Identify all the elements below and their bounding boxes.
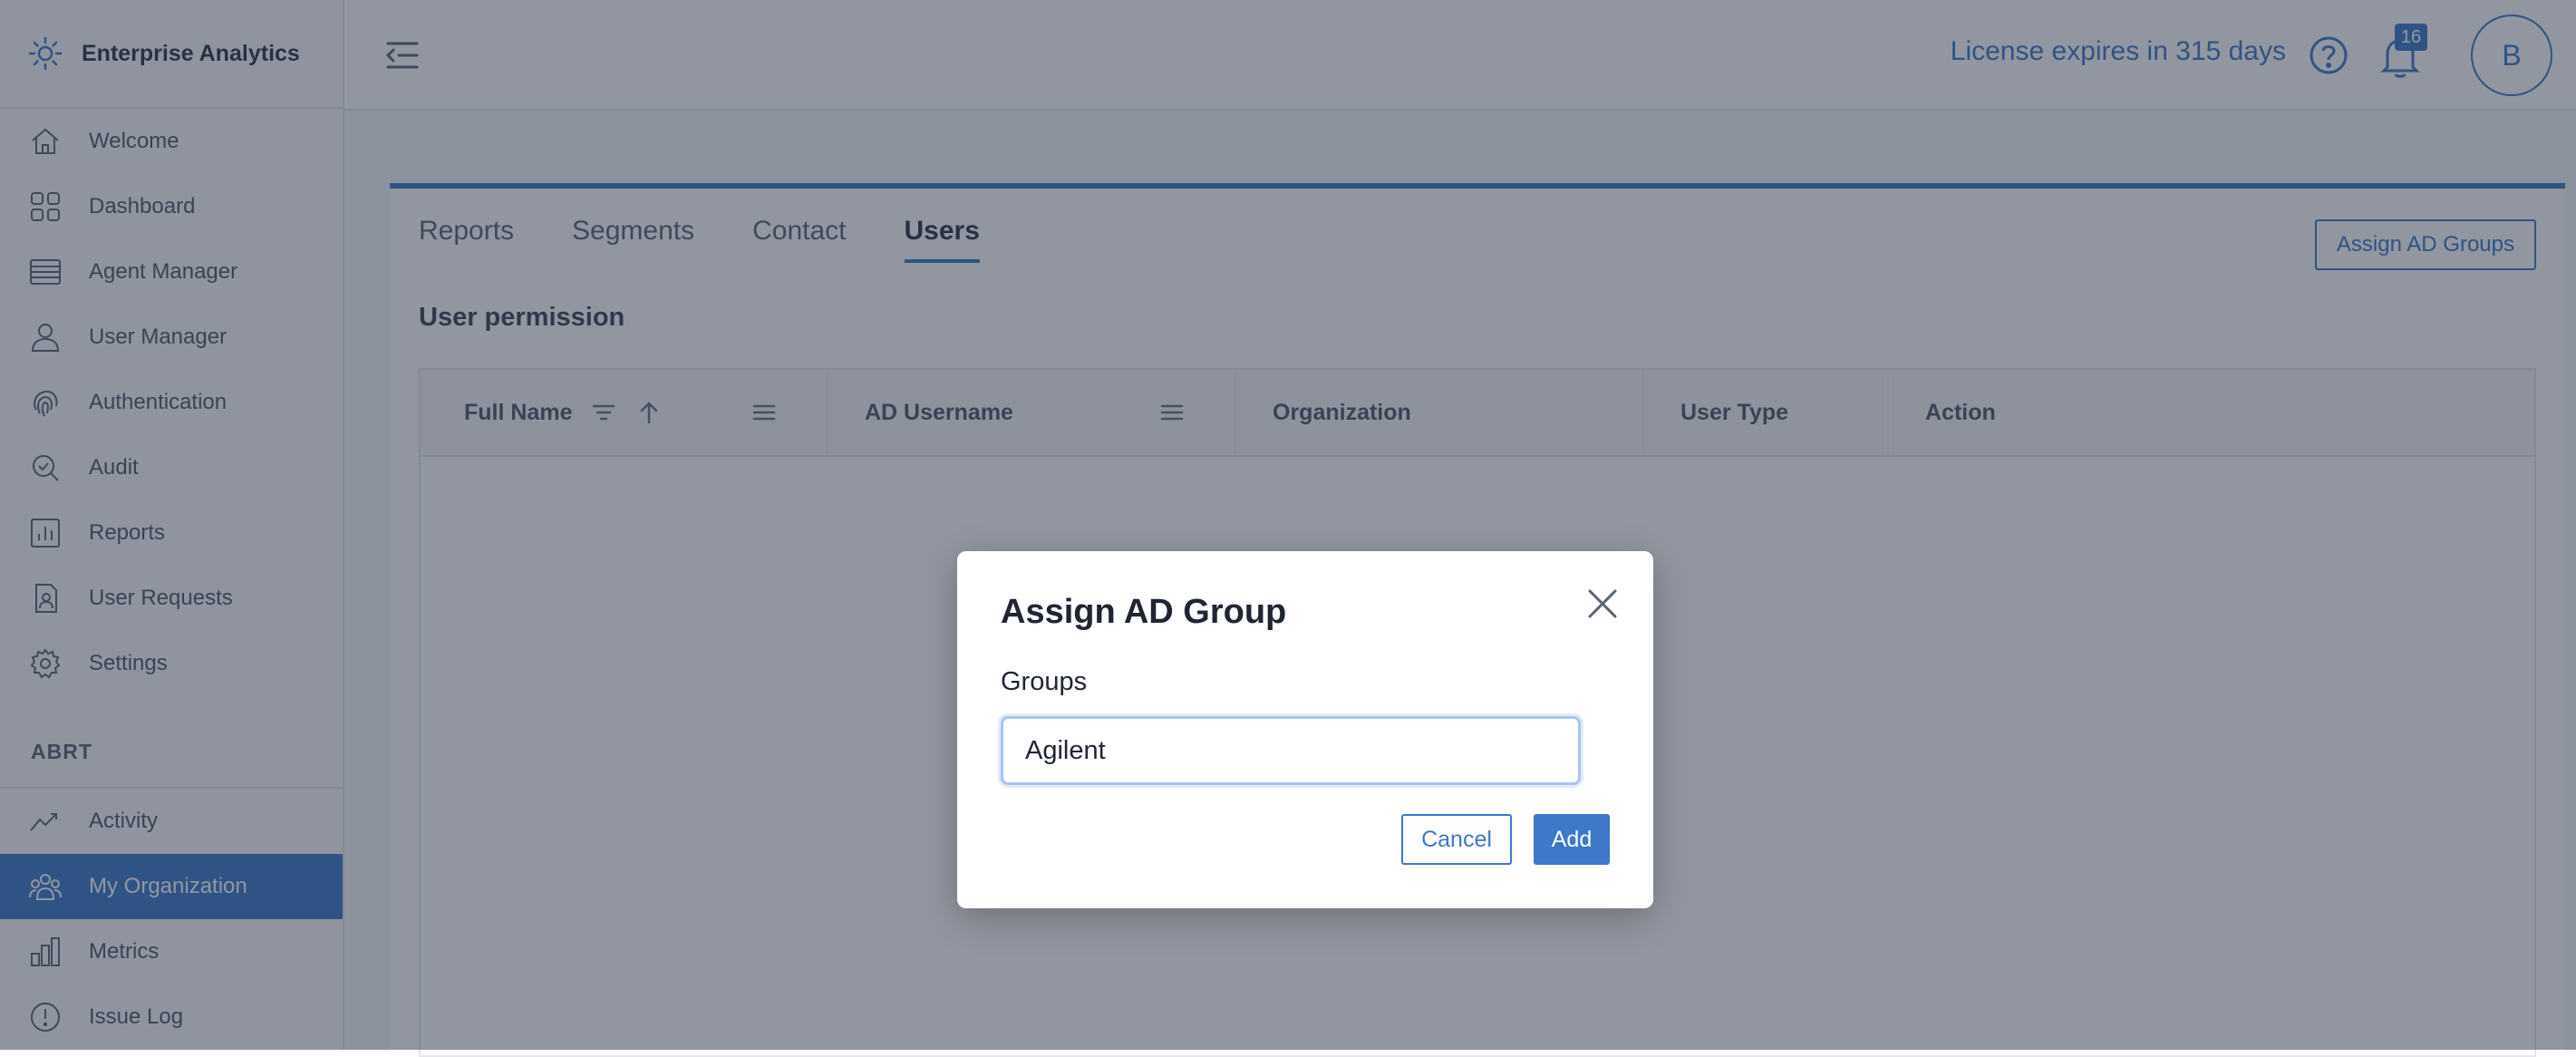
dialog-title: Assign AD Group (1001, 593, 1287, 631)
assign-ad-group-dialog: Assign AD Group Groups Cancel Add (957, 551, 1653, 908)
close-icon[interactable] (1584, 586, 1621, 622)
groups-input[interactable] (1001, 716, 1581, 785)
add-button[interactable]: Add (1534, 814, 1610, 865)
cancel-button[interactable]: Cancel (1401, 814, 1512, 865)
groups-label: Groups (1001, 667, 1088, 696)
